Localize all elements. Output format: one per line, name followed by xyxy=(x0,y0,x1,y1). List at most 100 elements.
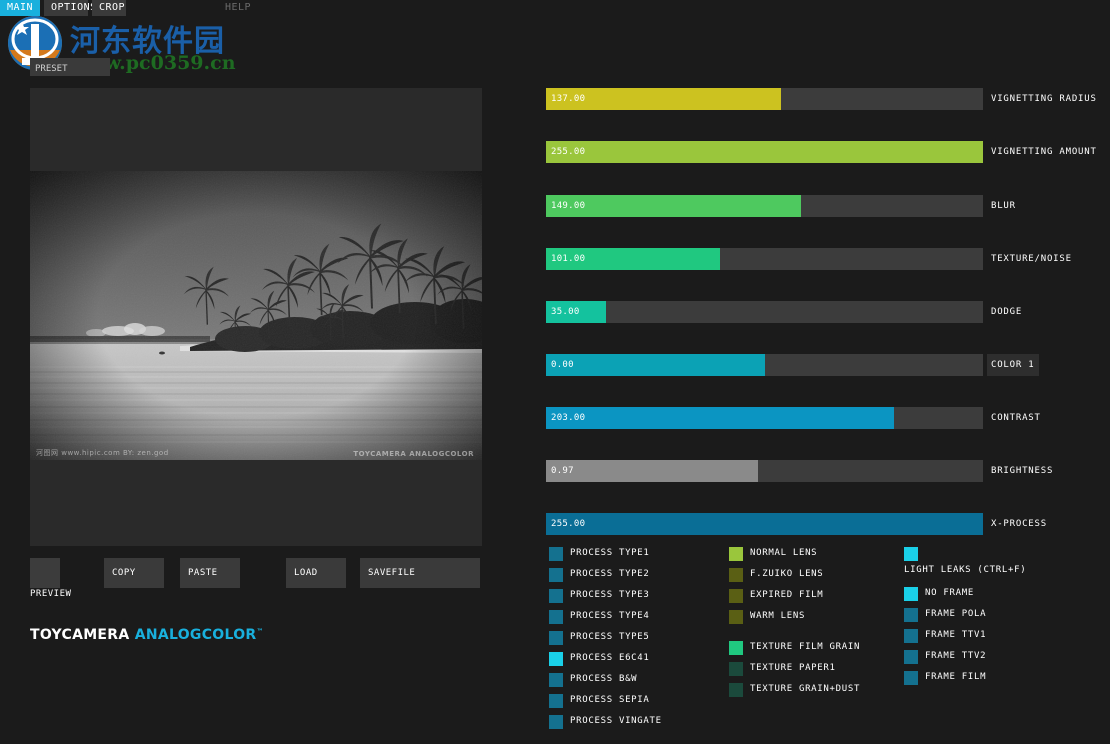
slider-color-1[interactable]: 0.00 COLOR 1 xyxy=(546,354,1106,376)
checkbox-label: WARM LENS xyxy=(750,611,806,621)
checkbox-swatch-icon[interactable] xyxy=(549,652,563,666)
app-brand: TOYCAMERA ANALOGCOLOR™ xyxy=(30,627,264,643)
checkbox-swatch-icon[interactable] xyxy=(904,587,918,601)
preview-thumbnail-label: PREVIEW xyxy=(30,589,72,599)
menu-item-help[interactable]: HELP xyxy=(218,0,254,16)
preview-panel[interactable]: 河图网 www.hipic.com BY: zen.god TOYCAMERA … xyxy=(30,88,482,546)
checkbox-label: PROCESS VINGATE xyxy=(570,716,662,726)
checkbox-label: PROCESS B&W xyxy=(570,674,638,684)
slider-label: COLOR 1 xyxy=(987,354,1039,376)
checkbox-label: PROCESS TYPE3 xyxy=(570,590,650,600)
copy-button[interactable]: COPY xyxy=(104,558,164,588)
checkbox-label: TEXTURE FILM GRAIN xyxy=(750,642,861,652)
checkbox-swatch-icon[interactable] xyxy=(549,673,563,687)
checkbox-label: FRAME POLA xyxy=(925,609,987,619)
slider-track[interactable] xyxy=(546,195,983,217)
checkbox-swatch-icon[interactable] xyxy=(904,671,918,685)
checkbox-label: PROCESS TYPE2 xyxy=(570,569,650,579)
slider-brightness[interactable]: 0.97 BRIGHTNESS xyxy=(546,460,1106,482)
slider-value: 0.00 xyxy=(551,360,574,370)
preview-thumbnail-button[interactable] xyxy=(30,558,60,588)
slider-track[interactable] xyxy=(546,460,983,482)
slider-track[interactable] xyxy=(546,301,983,323)
photo-watermark-right: TOYCAMERA ANALOGCOLOR xyxy=(353,450,474,458)
slider-value: 203.00 xyxy=(551,413,586,423)
menu-item-options[interactable]: OPTIONS xyxy=(44,0,96,16)
checkbox-label: NO FRAME xyxy=(925,588,974,598)
slider-vignetting-radius[interactable]: 137.00 VIGNETTING RADIUS xyxy=(546,88,1106,110)
slider-value: 101.00 xyxy=(551,254,586,264)
checkbox-swatch-icon[interactable] xyxy=(729,641,743,655)
checkbox-label: FRAME TTV1 xyxy=(925,630,987,640)
checkbox-label: FRAME TTV2 xyxy=(925,651,987,661)
menu-item-main[interactable]: MAIN xyxy=(0,0,40,16)
slider-blur[interactable]: 149.00 BLUR xyxy=(546,195,1106,217)
slider-texture-noise[interactable]: 101.00 TEXTURE/NOISE xyxy=(546,248,1106,270)
slider-label: TEXTURE/NOISE xyxy=(991,254,1072,264)
slider-value: 255.00 xyxy=(551,519,586,529)
checkbox-swatch-icon[interactable] xyxy=(549,589,563,603)
checkbox-label: PROCESS TYPE1 xyxy=(570,548,650,558)
slider-contrast[interactable]: 203.00 CONTRAST xyxy=(546,407,1106,429)
slider-value: 35.00 xyxy=(551,307,580,317)
checkbox-label: FRAME FILM xyxy=(925,672,987,682)
paste-button[interactable]: PASTE xyxy=(180,558,240,588)
slider-dodge[interactable]: 35.00 DODGE xyxy=(546,301,1106,323)
slider-fill xyxy=(546,141,983,163)
slider-value: 255.00 xyxy=(551,147,586,157)
checkbox-swatch-icon[interactable] xyxy=(729,662,743,676)
checkbox-swatch-icon[interactable] xyxy=(729,683,743,697)
checkbox-swatch-icon[interactable] xyxy=(904,629,918,643)
slider-track[interactable] xyxy=(546,354,983,376)
checkbox-label: EXPIRED FILM xyxy=(750,590,824,600)
preset-button[interactable]: PRESET xyxy=(30,58,110,76)
slider-label: X-PROCESS xyxy=(991,519,1047,529)
slider-x-process[interactable]: 255.00 X-PROCESS xyxy=(546,513,1106,535)
checkbox-label: PROCESS E6C41 xyxy=(570,653,650,663)
checkbox-swatch-icon[interactable] xyxy=(904,650,918,664)
checkbox-swatch-icon[interactable] xyxy=(549,547,563,561)
menu-item-crop[interactable]: CROP xyxy=(92,0,126,16)
brand-trademark: ™ xyxy=(256,627,264,636)
checkbox-swatch-icon[interactable] xyxy=(549,715,563,729)
checkbox-swatch-icon[interactable] xyxy=(549,568,563,582)
checkbox-label: TEXTURE PAPER1 xyxy=(750,663,836,673)
checkbox-label: F.ZUIKO LENS xyxy=(750,569,824,579)
slider-fill xyxy=(546,407,894,429)
slider-value: 137.00 xyxy=(551,94,586,104)
slider-track[interactable] xyxy=(546,513,983,535)
slider-label: CONTRAST xyxy=(991,413,1041,423)
slider-value: 0.97 xyxy=(551,466,574,476)
brand-secondary: ANALOGCOLOR xyxy=(134,627,257,643)
checkbox-swatch-icon[interactable] xyxy=(729,568,743,582)
checkbox-swatch-icon[interactable] xyxy=(729,610,743,624)
slider-value: 149.00 xyxy=(551,201,586,211)
checkbox-label: LIGHT LEAKS (CTRL+F) xyxy=(904,565,1027,575)
slider-label: DODGE xyxy=(991,307,1023,317)
menu-bar: MAIN OPTIONS CROP HELP xyxy=(0,0,1110,16)
load-button[interactable]: LOAD xyxy=(286,558,346,588)
slider-fill xyxy=(546,354,765,376)
checkbox-swatch-icon[interactable] xyxy=(549,631,563,645)
slider-track[interactable] xyxy=(546,141,983,163)
slider-label: VIGNETTING RADIUS xyxy=(991,94,1097,104)
slider-fill xyxy=(546,460,758,482)
checkbox-swatch-icon[interactable] xyxy=(729,547,743,561)
checkbox-swatch-icon[interactable] xyxy=(904,547,918,561)
checkbox-swatch-icon[interactable] xyxy=(904,608,918,622)
checkbox-label: PROCESS TYPE5 xyxy=(570,632,650,642)
slider-track[interactable] xyxy=(546,407,983,429)
checkbox-swatch-icon[interactable] xyxy=(549,610,563,624)
slider-track[interactable] xyxy=(546,88,983,110)
slider-vignetting-amount[interactable]: 255.00 VIGNETTING AMOUNT xyxy=(546,141,1106,163)
savefile-button[interactable]: SAVEFILE xyxy=(360,558,480,588)
checkbox-label: PROCESS TYPE4 xyxy=(570,611,650,621)
checkbox-swatch-icon[interactable] xyxy=(729,589,743,603)
preview-photo[interactable]: 河图网 www.hipic.com BY: zen.god TOYCAMERA … xyxy=(30,171,482,460)
slider-label: VIGNETTING AMOUNT xyxy=(991,147,1097,157)
slider-track[interactable] xyxy=(546,248,983,270)
checkbox-label: TEXTURE GRAIN+DUST xyxy=(750,684,861,694)
checkbox-label: PROCESS SEPIA xyxy=(570,695,650,705)
slider-label: BRIGHTNESS xyxy=(991,466,1054,476)
checkbox-swatch-icon[interactable] xyxy=(549,694,563,708)
